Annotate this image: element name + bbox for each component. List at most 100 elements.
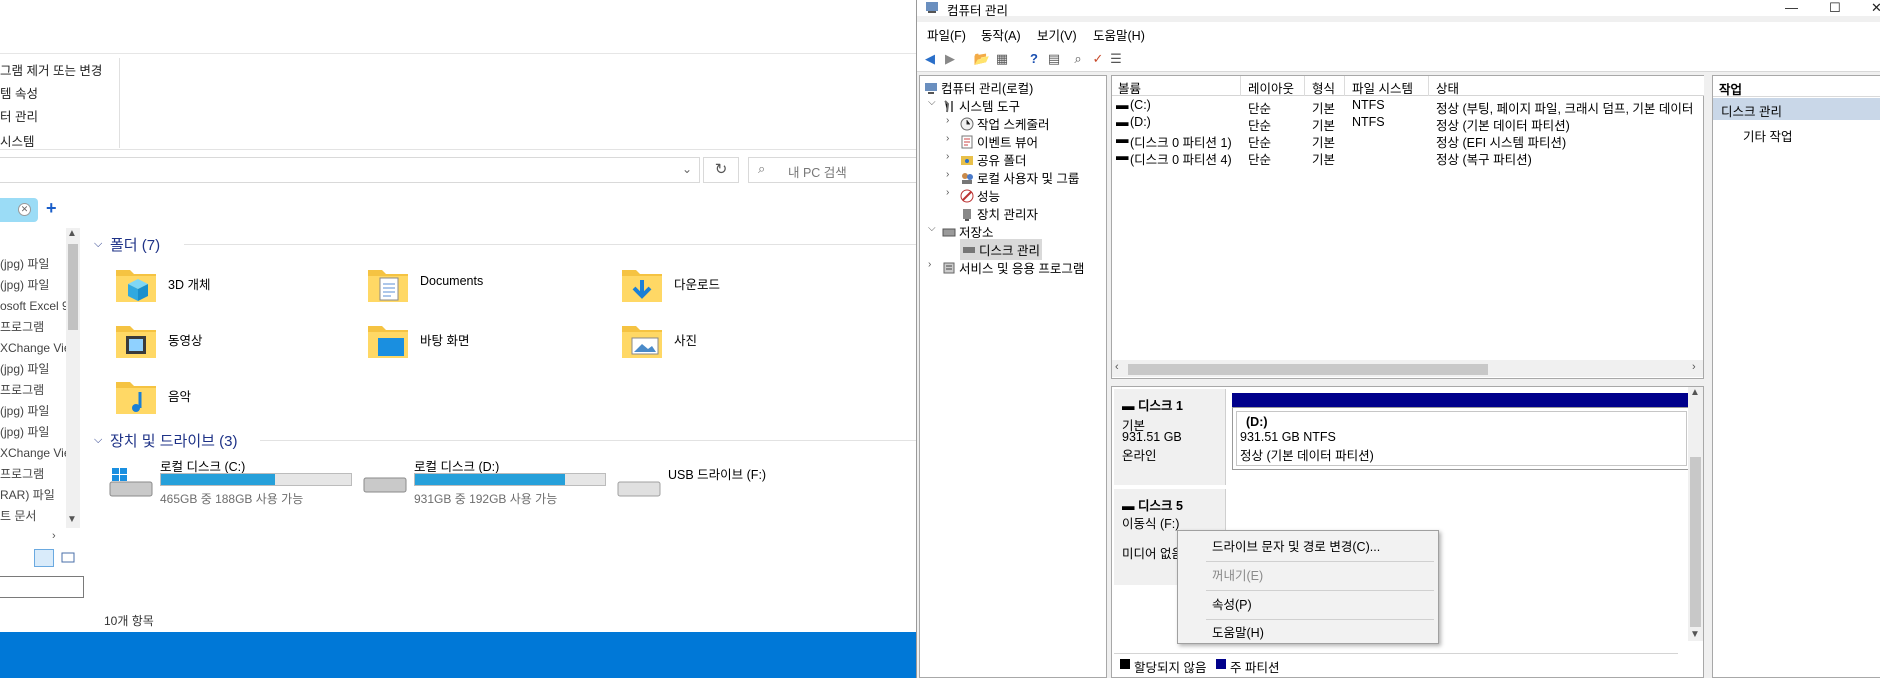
ribbon-system-properties[interactable]: 템 속성 (0, 83, 38, 102)
volume-list-hscroll-thumb[interactable] (1128, 364, 1488, 375)
column-divider[interactable] (1240, 76, 1241, 96)
chevron-down-icon[interactable]: ⌵ (94, 434, 102, 447)
chevron-right-icon[interactable]: › (946, 187, 949, 198)
folder-item-desktop[interactable]: 바탕 화면 (366, 318, 606, 368)
tree-item-performance[interactable]: 성능 (960, 186, 1000, 205)
details-view-button[interactable] (34, 549, 54, 567)
list-icon[interactable]: ☰ (1107, 50, 1125, 68)
menu-item-change-drive-letter[interactable]: 드라이브 문자 및 경로 변경(C)... (1178, 535, 1438, 559)
minimize-button[interactable]: — (1785, 0, 1798, 15)
chevron-right-icon[interactable]: › (946, 169, 949, 180)
nav-item[interactable]: (jpg) 파일 (0, 401, 66, 422)
tree-item-services-applications[interactable]: 서비스 및 응용 프로그램 (942, 258, 1084, 277)
connect-icon[interactable]: ⌕ (1069, 50, 1087, 68)
show-hide-tree-icon[interactable]: ▦ (993, 50, 1011, 68)
chevron-right-icon[interactable]: › (946, 151, 949, 162)
table-row[interactable]: ▬ (디스크 0 파티션 4) 단순 기본 정상 (복구 파티션) (1112, 149, 1702, 167)
nav-scrollbar-thumb[interactable] (68, 244, 78, 330)
scroll-up-icon[interactable]: ▲ (67, 228, 77, 239)
column-header-filesystem[interactable]: 파일 시스템 (1352, 78, 1413, 97)
nav-item[interactable]: (jpg) 파일 (0, 275, 66, 296)
nav-item[interactable]: RAR) 파일 (0, 485, 66, 506)
menu-item-eject[interactable]: 꺼내기(E) (1178, 564, 1438, 588)
menu-view[interactable]: 보기(V) (1037, 25, 1077, 44)
add-tab-button[interactable]: + (46, 198, 57, 219)
column-header-layout[interactable]: 레이아웃 (1248, 78, 1294, 97)
menu-action[interactable]: 동작(A) (981, 25, 1021, 44)
folder-item-downloads[interactable]: 다운로드 (620, 262, 860, 312)
scroll-left-icon[interactable]: ‹ (1115, 361, 1119, 373)
tree-item-device-manager[interactable]: 장치 관리자 (960, 204, 1038, 223)
disk1-label[interactable]: ▬ 디스크 1 기본 931.51 GB 온라인 (1114, 389, 1226, 485)
scroll-right-icon[interactable]: › (52, 530, 56, 542)
nav-item[interactable]: 트 문서 (0, 506, 66, 526)
scroll-right-icon[interactable]: › (1692, 361, 1696, 373)
help-icon[interactable]: ? (1025, 50, 1043, 68)
forward-icon[interactable]: ▶ (941, 50, 959, 68)
column-divider[interactable] (1344, 76, 1345, 96)
chevron-down-icon[interactable]: ⌵ (94, 238, 102, 251)
chevron-down-icon[interactable]: ⌵ (928, 223, 936, 234)
actions-disk-management[interactable]: 디스크 관리 (1713, 98, 1880, 120)
maximize-button[interactable]: ☐ (1829, 0, 1841, 16)
tree-item-local-users[interactable]: 로컬 사용자 및 그룹 (960, 168, 1079, 187)
folder-item-3d-objects[interactable]: 3D 개체 (114, 262, 354, 312)
nav-item[interactable]: (jpg) 파일 (0, 422, 66, 443)
scroll-up-icon[interactable]: ▲ (1690, 387, 1700, 398)
nav-item[interactable]: (jpg) 파일 (0, 254, 66, 275)
tree-item-computer-management[interactable]: 컴퓨터 관리(로컬) (924, 78, 1033, 97)
chevron-right-icon[interactable]: › (946, 115, 949, 126)
properties-icon[interactable]: ▤ (1045, 50, 1063, 68)
scroll-down-icon[interactable]: ▼ (67, 514, 77, 525)
folder-item-music[interactable]: 음악 (114, 374, 354, 424)
nav-item[interactable]: (jpg) 파일 (0, 359, 66, 380)
folder-item-documents[interactable]: Documents (366, 262, 606, 312)
nav-item[interactable]: 프로그램 (0, 317, 66, 338)
drive-item-c[interactable]: 로컬 디스크 (C:) 465GB 중 188GB 사용 가능 (106, 456, 352, 506)
column-header-volume[interactable]: 볼륨 (1118, 78, 1141, 97)
column-header-type[interactable]: 형식 (1312, 78, 1335, 97)
drives-heading[interactable]: 장치 및 드라이브 (3) (110, 430, 237, 451)
text-field[interactable] (0, 576, 84, 598)
folder-item-videos[interactable]: 동영상 (114, 318, 354, 368)
column-divider[interactable] (1428, 76, 1429, 96)
nav-item[interactable]: 프로그램 (0, 464, 66, 485)
nav-item[interactable]: XChange Vie (0, 338, 66, 359)
menu-item-properties[interactable]: 속성(P) (1178, 593, 1438, 617)
drive-item-d[interactable]: 로컬 디스크 (D:) 931GB 중 192GB 사용 가능 (360, 456, 606, 506)
chevron-right-icon[interactable]: › (946, 133, 949, 144)
menu-file[interactable]: 파일(F) (927, 25, 966, 44)
chevron-down-icon[interactable]: ⌄ (682, 162, 692, 176)
check-icon[interactable]: ✓ (1089, 50, 1107, 68)
chevron-right-icon[interactable]: › (928, 259, 931, 270)
disk-view-scroll-thumb[interactable] (1690, 457, 1701, 627)
nav-item[interactable]: osoft Excel 9. (0, 296, 66, 317)
table-row[interactable]: ▬ (디스크 0 파티션 1) 단순 기본 정상 (EFI 시스템 파티션) (1112, 132, 1702, 150)
scroll-down-icon[interactable]: ▼ (1690, 629, 1700, 640)
ribbon-computer-management[interactable]: 터 관리 (0, 106, 38, 125)
nav-item[interactable]: 프로그램 (0, 380, 66, 401)
actions-more[interactable]: 기타 작업 (1743, 126, 1792, 145)
chevron-down-icon[interactable]: ⌵ (928, 97, 936, 108)
drive-item-usb[interactable]: USB 드라이브 (F:) (614, 456, 854, 506)
tree-item-shared-folders[interactable]: 공유 폴더 (960, 150, 1026, 169)
table-row[interactable]: ▬ (C:) 단순 기본 NTFS 정상 (부팅, 페이지 파일, 크래시 덤프… (1112, 98, 1702, 116)
back-icon[interactable]: ◀ (921, 50, 939, 68)
refresh-button[interactable]: ↻ (703, 157, 739, 183)
up-folder-icon[interactable]: 📂 (973, 50, 991, 68)
menu-help[interactable]: 도움말(H) (1093, 25, 1145, 44)
large-icons-view-button[interactable] (58, 549, 78, 567)
tree-item-task-scheduler[interactable]: 작업 스케줄러 (960, 114, 1049, 133)
folder-item-pictures[interactable]: 사진 (620, 318, 860, 368)
tree-item-event-viewer[interactable]: 이벤트 뷰어 (960, 132, 1038, 151)
table-row[interactable]: ▬ (D:) 단순 기본 NTFS 정상 (기본 데이터 파티션) (1112, 115, 1702, 133)
column-divider[interactable] (1304, 76, 1305, 96)
close-button[interactable]: ✕ (1871, 0, 1880, 16)
close-icon[interactable]: ✕ (18, 203, 31, 216)
menu-item-help[interactable]: 도움말(H) (1178, 621, 1438, 645)
address-bar[interactable] (0, 157, 700, 183)
folders-heading[interactable]: 폴더 (7) (110, 234, 160, 255)
ribbon-uninstall-program[interactable]: 그램 제거 또는 변경 (0, 60, 102, 79)
tree-item-disk-management[interactable]: 디스크 관리 (960, 239, 1042, 260)
nav-item[interactable]: XChange Vie (0, 443, 66, 464)
